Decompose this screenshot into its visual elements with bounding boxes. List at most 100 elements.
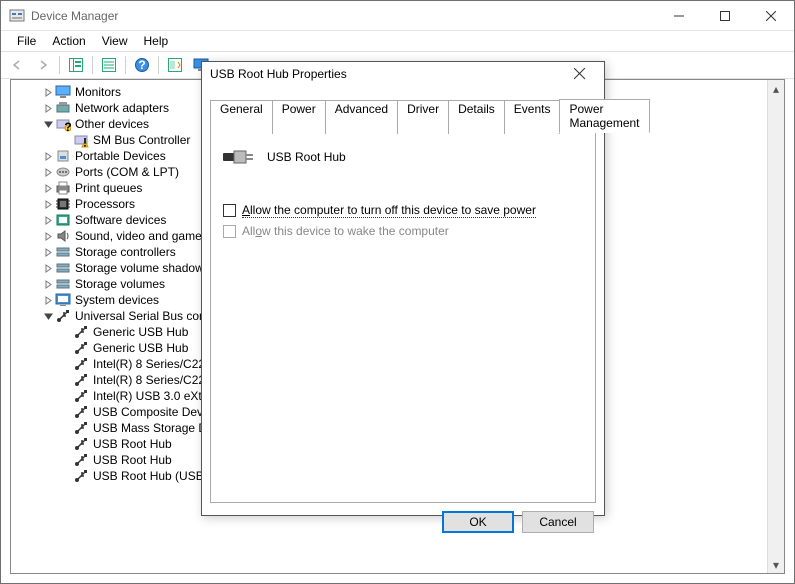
usb-icon — [73, 372, 89, 388]
stor-icon — [55, 276, 71, 292]
checkbox-label: Allow this device to wake the computer — [242, 224, 449, 239]
usb-icon — [73, 340, 89, 356]
ok-button[interactable]: OK — [442, 511, 514, 533]
usb-icon — [73, 388, 89, 404]
dialog-titlebar[interactable]: USB Root Hub Properties — [202, 62, 604, 86]
forward-button[interactable] — [31, 53, 55, 77]
usb-icon — [73, 452, 89, 468]
collapse-icon[interactable] — [41, 120, 55, 129]
expand-icon[interactable] — [41, 184, 55, 193]
expand-icon[interactable] — [41, 88, 55, 97]
dialog-close-button[interactable] — [564, 62, 596, 86]
expand-icon[interactable] — [41, 248, 55, 257]
close-button[interactable] — [748, 1, 794, 31]
expand-icon[interactable] — [41, 152, 55, 161]
checkbox-allow-turn-off[interactable]: Allow the computer to turn off this devi… — [223, 203, 583, 218]
checkbox-label: Allow the computer to turn off this devi… — [242, 203, 536, 218]
usb-icon — [73, 436, 89, 452]
monitor-icon — [55, 84, 71, 100]
tabstrip: GeneralPowerAdvancedDriverDetailsEventsP… — [210, 98, 596, 133]
tab-driver[interactable]: Driver — [397, 100, 449, 134]
cpu-icon — [55, 196, 71, 212]
vertical-scrollbar[interactable]: ▴ ▾ — [767, 80, 784, 573]
usb-icon — [73, 356, 89, 372]
tab-power[interactable]: Power — [272, 100, 326, 134]
expand-icon[interactable] — [41, 296, 55, 305]
sys-icon — [55, 292, 71, 308]
tab-advanced[interactable]: Advanced — [325, 100, 398, 134]
expand-icon[interactable] — [41, 280, 55, 289]
expand-icon[interactable] — [41, 104, 55, 113]
expand-icon[interactable] — [41, 200, 55, 209]
menubar: File Action View Help — [1, 31, 794, 51]
tree-node-label: SM Bus Controller — [93, 132, 190, 148]
menu-file[interactable]: File — [9, 32, 44, 50]
tree-node-label: Ports (COM & LPT) — [75, 164, 179, 180]
expand-icon[interactable] — [41, 232, 55, 241]
properties-button[interactable] — [97, 53, 121, 77]
back-button[interactable] — [5, 53, 29, 77]
net-icon — [55, 100, 71, 116]
help-button[interactable]: ? — [130, 53, 154, 77]
print-icon — [55, 180, 71, 196]
tree-node-label: System devices — [75, 292, 159, 308]
checkbox-icon — [223, 225, 236, 238]
toolbar-separator — [59, 56, 60, 74]
tree-node-label: USB Composite Device — [93, 404, 218, 420]
soft-icon — [55, 212, 71, 228]
tab-details[interactable]: Details — [448, 100, 505, 134]
usb-icon — [73, 420, 89, 436]
tree-node-label: Generic USB Hub — [93, 324, 188, 340]
tree-node-label: Storage controllers — [75, 244, 176, 260]
tree-node-label: Processors — [75, 196, 135, 212]
tree-node-label: Other devices — [75, 116, 149, 132]
tree-node-label: Storage volumes — [75, 276, 165, 292]
warn-icon: ! — [73, 132, 89, 148]
com-icon — [55, 164, 71, 180]
usb-icon — [55, 308, 71, 324]
scan-hardware-button[interactable] — [163, 53, 187, 77]
tree-node-label: Software devices — [75, 212, 166, 228]
window-titlebar: Device Manager — [1, 1, 794, 31]
maximize-button[interactable] — [702, 1, 748, 31]
usb-icon — [73, 324, 89, 340]
app-icon — [9, 8, 25, 24]
menu-action[interactable]: Action — [44, 32, 93, 50]
menu-help[interactable]: Help — [136, 32, 177, 50]
expand-icon[interactable] — [41, 168, 55, 177]
tab-events[interactable]: Events — [504, 100, 561, 134]
toolbar-separator — [158, 56, 159, 74]
collapse-icon[interactable] — [41, 312, 55, 321]
show-hide-tree-button[interactable] — [64, 53, 88, 77]
device-header: USB Root Hub — [223, 147, 583, 167]
window-title: Device Manager — [31, 9, 656, 23]
tree-node-label: Monitors — [75, 84, 121, 100]
scroll-down-icon[interactable]: ▾ — [768, 556, 784, 573]
tab-power-management[interactable]: Power Management — [559, 99, 649, 133]
toolbar-separator — [125, 56, 126, 74]
port-icon — [55, 148, 71, 164]
tab-page-power-management: USB Root Hub Allow the computer to turn … — [210, 133, 596, 503]
svg-text:!: ! — [83, 136, 87, 149]
dialog-title: USB Root Hub Properties — [210, 67, 564, 81]
svg-text:?: ? — [138, 58, 145, 72]
usb-icon — [73, 468, 89, 484]
tab-general[interactable]: General — [210, 100, 273, 134]
dialog-button-row: OK Cancel — [202, 503, 604, 545]
other-icon: ? — [55, 116, 71, 132]
device-name: USB Root Hub — [267, 150, 346, 164]
window-controls — [656, 1, 794, 31]
expand-icon[interactable] — [41, 216, 55, 225]
checkbox-allow-wake: Allow this device to wake the computer — [223, 224, 583, 239]
scroll-up-icon[interactable]: ▴ — [768, 80, 784, 97]
sound-icon — [55, 228, 71, 244]
tree-node-label: Network adapters — [75, 100, 169, 116]
tree-node-label: Print queues — [75, 180, 142, 196]
menu-view[interactable]: View — [94, 32, 136, 50]
stor-icon — [55, 260, 71, 276]
tree-node-label: USB Root Hub — [93, 436, 172, 452]
svg-text:?: ? — [64, 120, 71, 132]
cancel-button[interactable]: Cancel — [522, 511, 594, 533]
expand-icon[interactable] — [41, 264, 55, 273]
minimize-button[interactable] — [656, 1, 702, 31]
